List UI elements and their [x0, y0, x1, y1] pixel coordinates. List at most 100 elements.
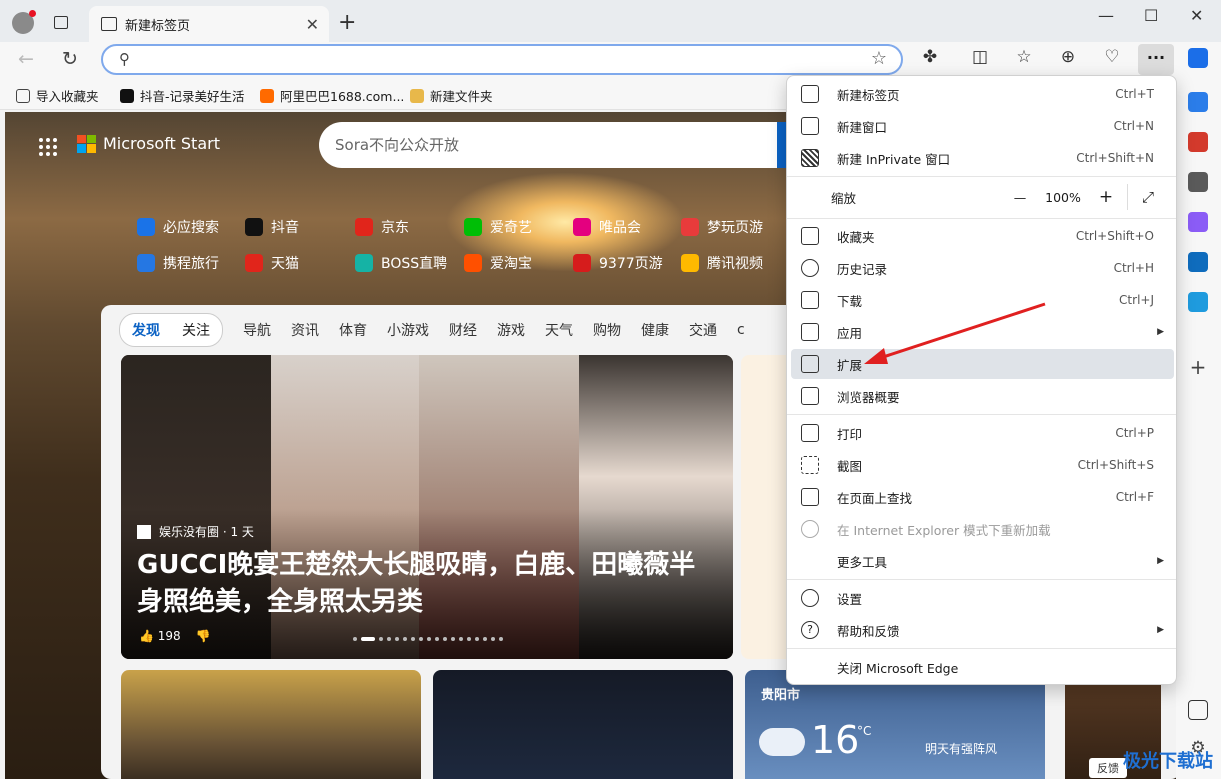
menu-label: 新建 InPrivate 窗口 [837, 151, 951, 167]
outlook-icon[interactable] [1188, 252, 1208, 272]
extensions-toolbar-icon[interactable]: ✤ [918, 47, 942, 67]
category-sports[interactable]: 体育 [339, 320, 367, 340]
tab-close-icon[interactable]: ✕ [306, 15, 319, 34]
menu-label: 下载 [837, 293, 863, 309]
boss-icon [355, 254, 373, 272]
carousel-dots[interactable] [353, 637, 503, 641]
tab-following[interactable]: 关注 [182, 320, 210, 340]
menu-settings[interactable]: 设置 [791, 583, 1174, 613]
menu-shortcut: Ctrl+Shift+N [1076, 151, 1154, 165]
quicklink-tencent-video[interactable]: 腾讯视频 [681, 253, 763, 273]
tab-favicon-icon [101, 17, 117, 31]
back-button[interactable]: ← [18, 48, 34, 70]
hero-article[interactable]: 娱乐没有圈 · 1 天 GUCCI晚宴王楚然大长腿吸睛，白鹿、田曦薇半身照绝美，… [121, 355, 733, 659]
menu-find[interactable]: 在页面上查找 Ctrl+F [791, 482, 1174, 512]
bookmark-1688[interactable]: 阿里巴巴1688.com... [260, 86, 404, 105]
watermark: 极光下载站 [1123, 751, 1213, 772]
menu-history[interactable]: 历史记录 Ctrl+H [791, 253, 1174, 283]
new-tab-button[interactable]: + [338, 10, 356, 35]
quicklink-ctrip[interactable]: 携程旅行 [137, 253, 219, 273]
fullscreen-icon[interactable]: ⤢ [1134, 188, 1162, 206]
menu-more-tools[interactable]: 更多工具 ▶ [791, 546, 1174, 576]
menu-print[interactable]: 打印 Ctrl+P [791, 418, 1174, 448]
weather-card[interactable]: 贵阳市 16 °C 明天有强阵风 [745, 670, 1045, 779]
zoom-value: 100% [1045, 189, 1081, 205]
profile-avatar[interactable] [12, 10, 36, 34]
menu-browser-essentials[interactable]: 浏览器概要 [791, 381, 1174, 411]
category-finance[interactable]: 财经 [449, 320, 477, 340]
quicklink-bing[interactable]: 必应搜索 [137, 217, 219, 237]
news-card[interactable] [121, 670, 421, 779]
menu-label: 历史记录 [837, 261, 888, 277]
like-button[interactable]: 👍 198 👎 [139, 629, 211, 643]
games-icon[interactable] [1188, 172, 1208, 192]
add-sidebar-icon[interactable]: + [1188, 355, 1208, 379]
menu-new-tab[interactable]: 新建标签页 Ctrl+T [791, 79, 1174, 109]
bookmark-folder[interactable]: 新建文件夹 [410, 86, 493, 105]
iqiyi-icon [464, 218, 482, 236]
category-weather[interactable]: 天气 [545, 320, 573, 340]
menu-label: 打印 [837, 426, 863, 442]
menu-screenshot[interactable]: 截图 Ctrl+Shift+S [791, 450, 1174, 480]
web-search-input[interactable]: Sora不向公众开放 [319, 122, 789, 168]
minimize-button[interactable]: — [1098, 6, 1114, 25]
shopping-icon[interactable] [1188, 132, 1208, 152]
quicklink-jd[interactable]: 京东 [355, 217, 409, 237]
category-more[interactable]: c [737, 322, 745, 338]
menu-label: 收藏夹 [837, 229, 875, 245]
category-minigames[interactable]: 小游戏 [387, 320, 429, 340]
drop-icon[interactable] [1188, 292, 1208, 312]
microsoft-start-logo[interactable]: Microsoft Start [45, 134, 220, 153]
feedback-button[interactable]: 反馈 [1089, 758, 1127, 778]
maximize-button[interactable]: ☐ [1144, 6, 1158, 25]
search-sidebar-icon[interactable] [1188, 92, 1208, 112]
bookmark-douyin[interactable]: 抖音-记录美好生活 [120, 86, 245, 105]
menu-close-edge[interactable]: 关闭 Microsoft Edge [791, 652, 1174, 682]
quicklink-aitaobao[interactable]: 爱淘宝 [464, 253, 532, 273]
hide-sidebar-icon[interactable] [1188, 700, 1208, 720]
article-title[interactable]: GUCCI晚宴王楚然大长腿吸睛，白鹿、田曦薇半身照绝美，全身照太另类 [137, 547, 717, 621]
bookmark-import[interactable]: 导入收藏夹 [16, 86, 99, 105]
split-screen-icon[interactable]: ◫ [968, 47, 992, 67]
quicklink-boss[interactable]: BOSS直聘 [355, 253, 447, 273]
collections-icon[interactable]: ⊕ [1056, 47, 1080, 67]
menu-help[interactable]: ? 帮助和反馈 ▶ [791, 615, 1174, 645]
favorites-toolbar-icon[interactable]: ☆ [1012, 47, 1036, 67]
address-bar[interactable]: ⚲ ☆ [101, 44, 903, 75]
menu-label: 关闭 Microsoft Edge [837, 660, 959, 676]
category-health[interactable]: 健康 [641, 320, 669, 340]
category-shopping[interactable]: 购物 [593, 320, 621, 340]
quicklink-vip[interactable]: 唯品会 [573, 217, 641, 237]
menu-favorites[interactable]: 收藏夹 Ctrl+Shift+O [791, 221, 1174, 251]
screenshot-icon [801, 456, 819, 474]
zoom-controls: — 100% + ⤢ [1005, 184, 1162, 210]
refresh-button[interactable]: ↻ [62, 48, 78, 70]
quicklink-mengwan[interactable]: 梦玩页游 [681, 217, 763, 237]
category-news[interactable]: 资讯 [291, 320, 319, 340]
zoom-in-button[interactable]: + [1091, 187, 1121, 207]
close-window-button[interactable]: ✕ [1190, 6, 1203, 25]
favorite-star-icon[interactable]: ☆ [871, 48, 887, 69]
weather-city[interactable]: 贵阳市 [761, 684, 800, 703]
menu-new-window[interactable]: 新建窗口 Ctrl+N [791, 111, 1174, 141]
settings-more-button[interactable]: ··· [1138, 44, 1174, 75]
annotation-arrow [864, 302, 1046, 364]
ctrip-icon [137, 254, 155, 272]
category-games[interactable]: 游戏 [497, 320, 525, 340]
zoom-out-button[interactable]: — [1005, 190, 1035, 205]
news-card[interactable] [433, 670, 733, 779]
quicklink-douyin[interactable]: 抖音 [245, 217, 299, 237]
quicklink-9377[interactable]: 9377页游 [573, 253, 663, 273]
microsoft365-icon[interactable] [1188, 212, 1208, 232]
quicklink-tmall[interactable]: 天猫 [245, 253, 299, 273]
category-nav[interactable]: 导航 [243, 320, 271, 340]
tab-actions-icon[interactable] [54, 16, 68, 29]
menu-inprivate[interactable]: 新建 InPrivate 窗口 Ctrl+Shift+N [791, 143, 1174, 173]
quicklink-iqiyi[interactable]: 爱奇艺 [464, 217, 532, 237]
tab-new-tab[interactable]: 新建标签页 ✕ [89, 6, 329, 42]
copilot-icon[interactable] [1188, 48, 1208, 68]
browser-essentials-toolbar-icon[interactable]: ♡ [1100, 47, 1124, 67]
tab-discover[interactable]: 发现 [132, 320, 160, 340]
menu-shortcut: Ctrl+P [1115, 426, 1154, 440]
category-traffic[interactable]: 交通 [689, 320, 717, 340]
